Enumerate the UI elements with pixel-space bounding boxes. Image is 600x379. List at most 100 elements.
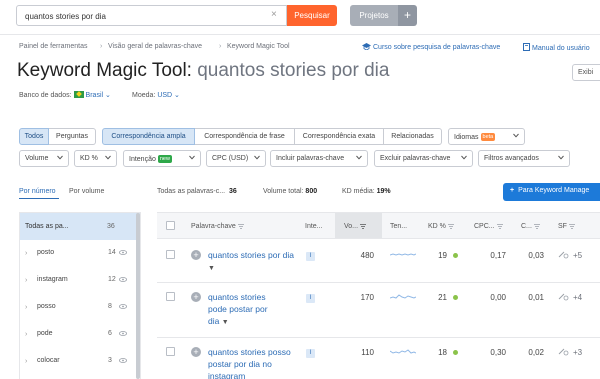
breadcrumb-dashboard[interactable]: Painel de ferramentas [19,43,87,50]
column-intent[interactable]: Inte... [305,223,323,230]
database-label: Banco de dados: [19,92,72,99]
caret-down-icon[interactable]: ▼ [222,319,229,326]
tab-broad-match[interactable]: Correspondência ampla [102,128,195,145]
search-input-value: quantos stories por dia [25,12,106,21]
include-keywords-filter[interactable]: Incluir palavras-chave [270,150,368,167]
kd-filter[interactable]: KD % [74,150,117,167]
row-checkbox[interactable] [166,292,175,301]
cpc-value: 0,00 [490,293,506,302]
caret-down-icon[interactable]: ▼ [208,265,215,272]
query-text: quantos stories por dia [197,60,390,81]
search-input[interactable]: quantos stories por dia [16,5,287,26]
sort-icon [237,224,244,229]
search-button[interactable]: Pesquisar [287,5,337,26]
group-count: 12 [108,276,116,283]
stat-kd-label: KD média: [342,188,375,195]
exclude-keywords-label: Excluir palavras-chave [380,155,451,162]
manual-link[interactable]: Manual do usuário [523,43,590,52]
group-all-count: 36 [107,223,115,230]
beta-badge: beta [480,133,496,141]
keyword-link[interactable]: quantos stories pode postar por dia ▼ [208,291,278,329]
export-button[interactable]: Exibi [572,64,600,81]
trend-sparkline [390,253,416,256]
chevron-down-icon [57,155,63,160]
group-item-colocar[interactable]: › colocar 3 [25,357,133,369]
volume-filter-label: Volume [25,155,49,162]
groups-scrollbar[interactable] [136,213,140,379]
sf-count[interactable]: +4 [573,293,582,302]
chevron-right-icon: › [25,358,28,365]
breadcrumb-keyword-overview[interactable]: Visão geral de palavras-chave [108,43,202,50]
column-volume[interactable]: Vo... [344,223,367,230]
add-keyword-icon[interactable]: + [191,250,201,260]
column-cpc[interactable]: CPC... [474,223,503,230]
tab-by-volume[interactable]: Por volume [69,188,104,195]
advanced-filters[interactable]: Filtros avançados [478,150,570,167]
projects-button[interactable]: Projetos [350,5,398,26]
course-link[interactable]: Curso sobre pesquisa de palavras-chave [362,43,500,51]
column-competition[interactable]: C... [521,223,540,230]
tab-questions[interactable]: Perguntas [49,128,96,145]
trend-sparkline [390,294,416,299]
sort-icon [533,224,540,229]
currency-label: Moeda: [132,92,156,99]
chevron-down-icon [513,133,519,138]
tab-related[interactable]: Relacionadas [384,128,442,145]
select-all-checkbox[interactable] [166,221,175,230]
sf-count[interactable]: +3 [573,348,582,357]
column-volume-label: Vo... [344,223,359,230]
volume-filter[interactable]: Volume [19,150,69,167]
languages-dropdown[interactable]: Idiomas beta [448,128,525,145]
chevron-right-icon: › [25,331,28,338]
currency-selector[interactable]: Moeda: USD ⌄ [132,91,180,99]
clear-icon[interactable]: × [271,9,277,20]
exclude-keywords-filter[interactable]: Excluir palavras-chave [374,150,473,167]
database-value: Brasil [85,92,104,99]
stat-all-value: 36 [228,188,237,195]
eye-icon[interactable] [119,358,127,363]
add-button-label: Para Keyword Manage [518,187,590,194]
include-keywords-label: Incluir palavras-chave [276,155,345,162]
group-item-instagram[interactable]: › instagram 12 [25,276,133,288]
column-kd[interactable]: KD % [428,223,454,230]
eye-icon[interactable] [119,250,127,255]
add-project-button[interactable]: + [398,5,417,26]
tab-all[interactable]: Todos [19,128,49,145]
tab-by-number[interactable]: Por número [19,188,56,195]
group-item-posto[interactable]: › posto 14 [25,249,133,261]
eye-icon[interactable] [119,304,127,309]
chevron-down-icon [558,155,564,160]
kd-filter-label: KD % [80,155,98,162]
sf-count[interactable]: +5 [573,251,582,260]
group-item-pode[interactable]: › pode 6 [25,330,133,342]
cpc-filter[interactable]: CPC (USD) [206,150,266,167]
column-cpc-label: CPC... [474,223,495,230]
eye-icon[interactable] [119,331,127,336]
intent-badge: I [306,294,315,303]
row-checkbox[interactable] [166,347,175,356]
tab-phrase-match[interactable]: Correspondência de frase [195,128,295,145]
tab-exact-match[interactable]: Correspondência exata [295,128,384,145]
tool-name: Keyword Magic Tool: [17,60,192,81]
eye-icon[interactable] [119,277,127,282]
database-selector[interactable]: Banco de dados: Brasil ⌄ [19,91,111,99]
keyword-link[interactable]: quantos stories posso postar por dia no … [208,346,303,379]
column-kd-label: KD % [428,223,446,230]
page-title: Keyword Magic Tool: quantos stories por … [17,60,389,82]
currency-value: USD [157,92,173,99]
column-keyword[interactable]: Palavra-chave [191,223,244,230]
add-to-keyword-manager-button[interactable]: + Para Keyword Manage [503,183,600,201]
group-item-posso[interactable]: › posso 8 [25,303,133,315]
kd-difficulty-dot [453,253,458,258]
competition-value: 0,02 [528,348,544,357]
chevron-down-icon [189,155,195,160]
row-checkbox[interactable] [166,250,175,259]
add-keyword-icon[interactable]: + [191,347,201,357]
keyword-link[interactable]: quantos stories por dia ▼ [208,249,303,275]
stat-volume-value: 800 [305,188,318,195]
cpc-value: 0,30 [490,348,506,357]
column-sf[interactable]: SF [558,223,575,230]
add-keyword-icon[interactable]: + [191,292,201,302]
intent-filter[interactable]: Intenção new [123,150,201,167]
column-trend[interactable]: Ten... [390,223,407,230]
